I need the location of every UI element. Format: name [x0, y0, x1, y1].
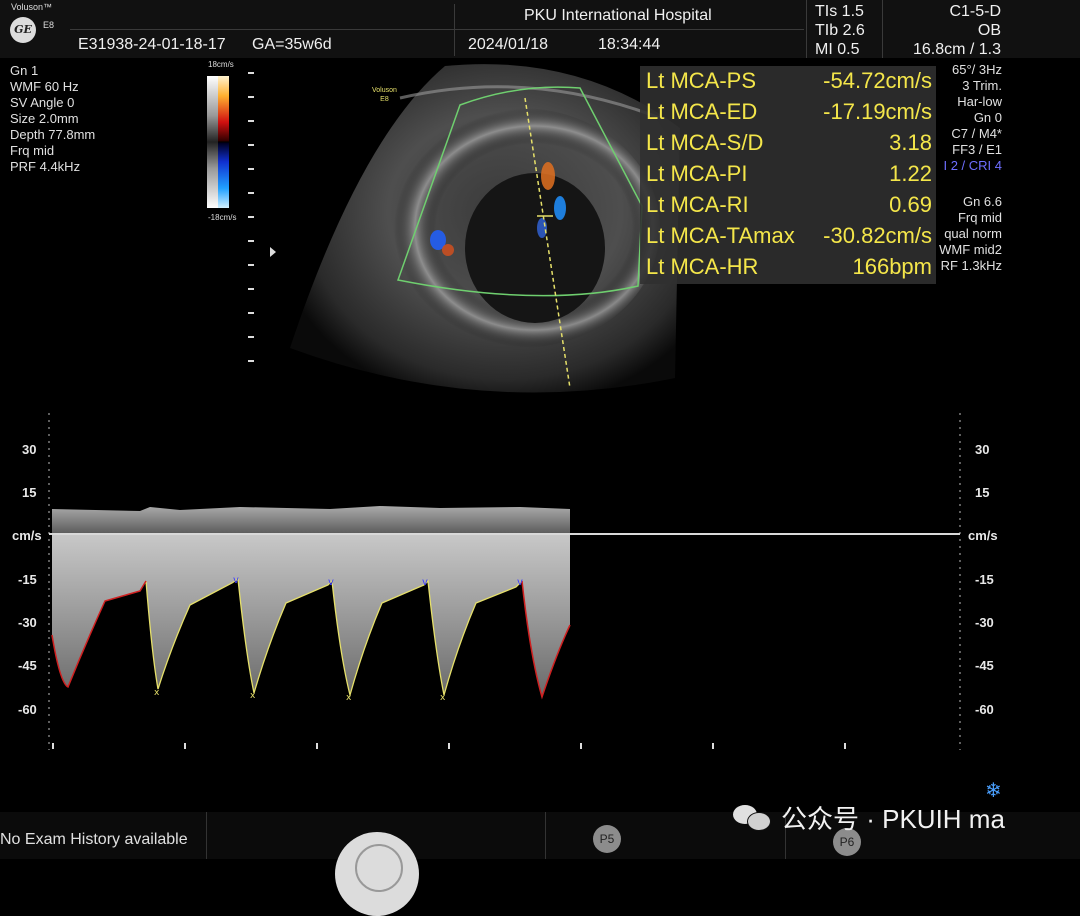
wechat-icon — [733, 801, 771, 831]
y-tick-label: 15 — [22, 485, 37, 500]
svg-text:x: x — [250, 691, 256, 701]
param-trimester: 3 Trim. — [962, 78, 1002, 93]
svg-text:v: v — [517, 577, 523, 588]
y-tick-label: -60 — [18, 702, 37, 717]
svg-text:v: v — [422, 577, 428, 588]
exam-date: 2024/01/18 — [468, 36, 549, 53]
y-tick-label: 30 — [22, 442, 37, 457]
y-tick-label: -15 — [18, 572, 37, 587]
depth-ruler — [248, 72, 254, 372]
param-size: Size 2.0mm — [10, 111, 79, 126]
y-unit-label: cm/s — [12, 528, 42, 543]
bmode-image — [290, 64, 680, 393]
image-brand-label: Voluson E8 — [372, 87, 397, 103]
patient-id: E31938-24-01-18-17 — [78, 36, 226, 53]
y-unit-label-right: cm/s — [968, 528, 998, 543]
brand-model: E8 — [43, 20, 55, 30]
svg-text:x: x — [154, 688, 160, 698]
param-frq: Frq mid — [10, 143, 55, 158]
y-tick-label-right: -30 — [975, 615, 994, 630]
param-gain: Gn 1 — [10, 63, 39, 78]
y-tick-label: -30 — [18, 615, 37, 630]
param-ff-e: FF3 / E1 — [952, 142, 1002, 157]
param-prf: PRF 4.4kHz — [10, 159, 81, 174]
exam-history-status: No Exam History available — [0, 831, 188, 848]
y-tick-label-right: -15 — [975, 572, 994, 587]
mi-value: MI 0.5 — [815, 41, 860, 58]
param-c-m: C7 / M4* — [951, 126, 1002, 141]
watermark-text: 公众号 · PKUIH ma — [781, 804, 1005, 834]
trackball-nav-icon[interactable] — [335, 832, 419, 916]
param-harmonic: Har-low — [957, 94, 1002, 109]
brand-label: Voluson™ — [11, 2, 53, 12]
svg-text:v: v — [328, 577, 334, 588]
param-wmf: WMF 60 Hz — [10, 79, 79, 94]
header-bar: Voluson™ GE E8 E31938-24-01-18-17 GA=35w… — [0, 0, 1080, 58]
measurement-row: Lt MCA-TAmax -30.82cm/s — [646, 223, 932, 248]
param-cwmf: WMF mid2 — [939, 242, 1002, 257]
hospital-name: PKU International Hospital — [524, 7, 712, 24]
p5-button[interactable]: P5 — [593, 825, 621, 853]
colorbar-bottom-label: -18cm/s — [208, 213, 237, 222]
measurement-row: Lt MCA-RI 0.69 — [646, 192, 932, 217]
colorbar-top-label: 18cm/s — [208, 60, 234, 69]
measurement-row: Lt MCA-HR 166bpm — [646, 254, 932, 279]
gestational-age: GA=35w6d — [252, 36, 332, 53]
y-tick-label-right: -60 — [975, 702, 994, 717]
svg-text:v: v — [233, 575, 239, 586]
param-sv-angle: SV Angle 0 — [10, 95, 75, 110]
measurement-row: Lt MCA-ED -17.19cm/s — [646, 99, 932, 124]
focus-marker-icon[interactable] — [270, 247, 276, 257]
measurement-results-panel: Lt MCA-PS -54.72cm/s Lt MCA-ED -17.19cm/s … — [640, 66, 936, 284]
tib-value: TIb 2.6 — [815, 22, 865, 39]
param-depth: Depth 77.8mm — [10, 127, 96, 142]
preset-name: OB — [977, 22, 1001, 39]
y-tick-label-right: 30 — [975, 442, 990, 457]
depth-zoom: 16.8cm / 1.3 — [912, 41, 1001, 58]
tis-value: TIs 1.5 — [815, 3, 864, 20]
svg-text:x: x — [346, 693, 352, 703]
doppler-spectrum-area: v v v v x x x x 30 15 cm/s -15 -30 -45 -… — [0, 405, 1080, 755]
right-parameters: 65°/ 3Hz 3 Trim. Har-low Gn 0 C7 / M4* F… — [902, 62, 1002, 277]
measurement-row: Lt MCA-PS -54.72cm/s — [646, 68, 932, 93]
param-bgain: Gn 0 — [973, 110, 1002, 125]
param-quality: qual norm — [944, 226, 1002, 241]
param-angle-rate: 65°/ 3Hz — [951, 62, 1002, 77]
y-tick-label-right: -45 — [975, 658, 994, 673]
param-cgain: Gn 6.6 — [962, 194, 1002, 209]
param-cri: I 2 / CRI 4 — [943, 158, 1002, 173]
exam-time: 18:34:44 — [598, 36, 661, 53]
spectrum-svg: v v v v x x x x — [48, 413, 961, 750]
measurement-row: Lt MCA-S/D 3.18 — [646, 130, 932, 155]
probe-name: C1-5-D — [949, 3, 1001, 20]
svg-text:x: x — [440, 693, 446, 703]
param-cfrq: Frq mid — [957, 210, 1002, 225]
ge-logo-icon: GE — [10, 17, 36, 43]
color-scale-bar — [207, 76, 230, 208]
y-tick-label: -45 — [18, 658, 37, 673]
y-tick-label-right: 15 — [975, 485, 990, 500]
param-cprf: RF 1.3kHz — [940, 258, 1002, 273]
measurement-row: Lt MCA-PI 1.22 — [646, 161, 932, 186]
